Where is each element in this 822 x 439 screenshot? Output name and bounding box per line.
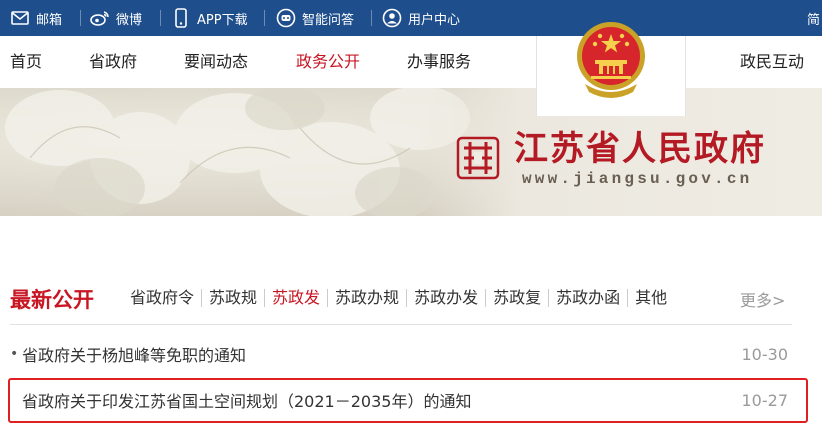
news-date: 10-30	[741, 344, 789, 364]
topbar-weibo-label: 微博	[116, 12, 143, 28]
topbar-mail-link[interactable]: 邮箱	[10, 0, 62, 36]
document-category-tabs: 省政府令 苏政规 苏政发 苏政办规 苏政办发 苏政复 苏政办函 其他	[123, 286, 674, 310]
news-list-item[interactable]: • 省政府关于杨旭峰等免职的通知 10-30	[10, 336, 792, 372]
tab-provincial-decree[interactable]: 省政府令	[123, 286, 201, 310]
nav-item-services[interactable]: 办事服务	[407, 36, 471, 88]
weibo-icon	[90, 8, 110, 28]
topbar-app-link[interactable]: APP下载	[171, 0, 248, 36]
topbar-language-label: 简	[807, 12, 821, 28]
chat-robot-icon	[276, 8, 296, 28]
topbar-divider	[80, 10, 81, 26]
news-date: 10-27	[741, 390, 789, 410]
mail-icon	[10, 8, 30, 28]
tab-su-zheng-ban-han[interactable]: 苏政办函	[549, 286, 627, 310]
section-divider	[10, 324, 792, 325]
more-link[interactable]: 更多>	[740, 287, 785, 311]
nav-item-government-affairs[interactable]: 政务公开	[296, 36, 360, 88]
nav-item-home[interactable]: 首页	[10, 36, 42, 88]
tab-su-zheng-fu[interactable]: 苏政复	[486, 286, 548, 310]
topbar-weibo-link[interactable]: 微博	[90, 0, 142, 36]
latest-disclosure-title: 最新公开	[10, 288, 94, 312]
list-bullet: •	[10, 346, 19, 362]
topbar-divider	[371, 10, 372, 26]
phone-icon	[171, 8, 191, 28]
nav-item-provincial-government[interactable]: 省政府	[89, 36, 137, 88]
topbar-divider	[160, 10, 161, 26]
nav-item-news[interactable]: 要闻动态	[184, 36, 248, 88]
news-title[interactable]: 省政府关于印发江苏省国土空间规划（2021－2035年）的通知	[22, 388, 742, 412]
topbar-language-toggle[interactable]: 简	[807, 0, 820, 36]
topbar-qa-link[interactable]: 智能问答	[276, 0, 354, 36]
top-utility-bar: 邮箱 微博 APP下载 智能问答 用户中心 简	[0, 0, 822, 36]
topbar-divider	[264, 10, 265, 26]
jiangsu-seal-icon	[456, 136, 500, 180]
tab-su-zheng-ban-gui[interactable]: 苏政办规	[328, 286, 406, 310]
site-url: www.jiangsu.gov.cn	[522, 170, 753, 188]
main-nav: 首页 省政府 要闻动态 政务公开 办事服务 政民互动	[0, 36, 822, 88]
national-emblem-icon	[577, 22, 645, 98]
news-title[interactable]: 省政府关于杨旭峰等免职的通知	[22, 342, 742, 366]
site-title: 江苏省人民政府	[514, 129, 766, 169]
tab-su-zheng-ban-fa[interactable]: 苏政办发	[407, 286, 485, 310]
topbar-mail-label: 邮箱	[36, 12, 63, 28]
nav-item-interaction[interactable]: 政民互动	[740, 36, 804, 88]
tab-other[interactable]: 其他	[628, 286, 674, 310]
topbar-user-center-label: 用户中心	[408, 12, 461, 28]
topbar-app-label: APP下载	[197, 12, 248, 28]
tab-su-zheng-gui[interactable]: 苏政规	[202, 286, 264, 310]
topbar-qa-label: 智能问答	[302, 12, 355, 28]
news-list-item[interactable]: 省政府关于印发江苏省国土空间规划（2021－2035年）的通知 10-27	[10, 382, 792, 418]
user-icon	[382, 8, 402, 28]
topbar-user-center-link[interactable]: 用户中心	[382, 0, 460, 36]
tab-su-zheng-fa[interactable]: 苏政发	[265, 286, 327, 310]
emblem-tab	[536, 22, 686, 116]
